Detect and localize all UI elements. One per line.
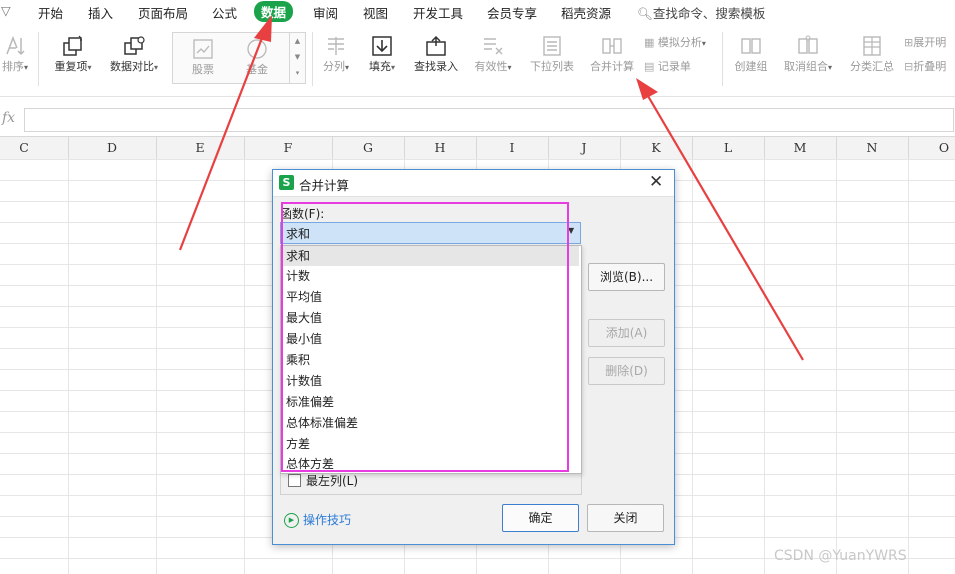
arrow-to-consolidate-head <box>636 78 658 100</box>
arrow-to-consolidate-shaft <box>647 95 804 361</box>
annotation-arrows <box>178 15 804 361</box>
watermark-text: CSDN @YuanYWRS <box>774 548 907 564</box>
arrow-to-data-tab-shaft <box>178 37 264 251</box>
arrow-to-data-tab-head <box>254 15 272 42</box>
